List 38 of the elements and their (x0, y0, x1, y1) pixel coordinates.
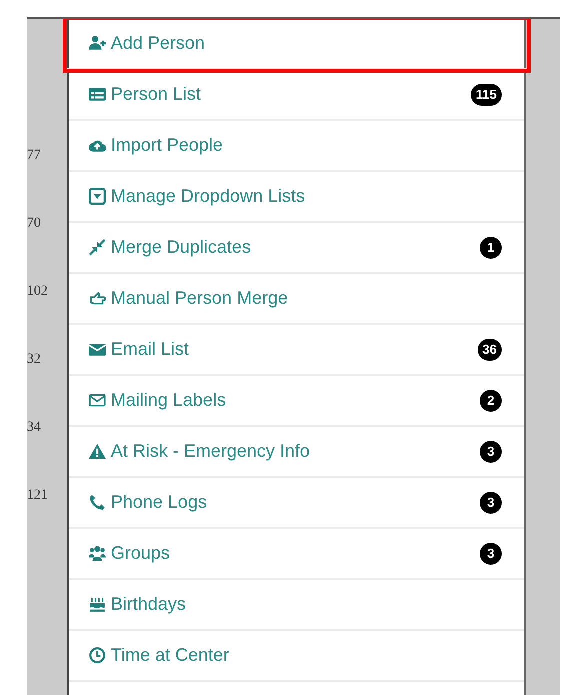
phone-icon (89, 494, 106, 511)
compress-arrows-icon (89, 239, 106, 256)
count-badge: 3 (480, 542, 502, 564)
row-number: 102 (27, 283, 49, 301)
count-badge: 115 (471, 84, 502, 106)
menu-item[interactable]: Groups 3 (69, 529, 524, 580)
menu-item[interactable]: Time at Center (69, 631, 524, 682)
cake-icon (89, 596, 106, 613)
menu-item[interactable]: At Risk - Emergency Info 3 (69, 427, 524, 478)
list-icon (89, 86, 106, 103)
dropdown-icon (89, 188, 106, 205)
envelope-outline-icon (89, 392, 106, 409)
menu-item[interactable]: Merge Duplicates 1 (69, 223, 524, 274)
warning-icon (89, 443, 106, 460)
menu-item[interactable]: Mailing Labels 2 (69, 376, 524, 427)
row-number: 77 (27, 147, 42, 165)
row-number: 34 (27, 419, 42, 437)
envelope-icon (89, 341, 106, 358)
count-badge: 3 (480, 440, 502, 462)
clock-icon (89, 647, 106, 664)
group-icon (89, 545, 106, 562)
menu-item[interactable]: Manual Person Merge (69, 274, 524, 325)
menu-item[interactable]: Email List 36 (69, 325, 524, 376)
count-badge: 1 (480, 236, 502, 258)
menu-item[interactable]: Manage Dropdown Lists (69, 172, 524, 223)
menu-item[interactable]: Add Person (66, 19, 528, 70)
row-number: 32 (27, 351, 42, 369)
row-number: 70 (27, 215, 42, 233)
menu-item[interactable]: Import People (69, 121, 524, 172)
hand-pointing-icon (89, 290, 106, 307)
row-number: 121 (27, 487, 49, 505)
count-badge: 36 (478, 338, 502, 360)
count-badge: 2 (480, 390, 502, 412)
user-plus-icon (89, 35, 106, 52)
menu-item[interactable]: Person List 115 (69, 70, 524, 121)
menu-item[interactable]: Phone Logs 3 (69, 478, 524, 529)
count-badge: 3 (480, 492, 502, 514)
menu-item[interactable]: Birthdays (69, 580, 524, 631)
